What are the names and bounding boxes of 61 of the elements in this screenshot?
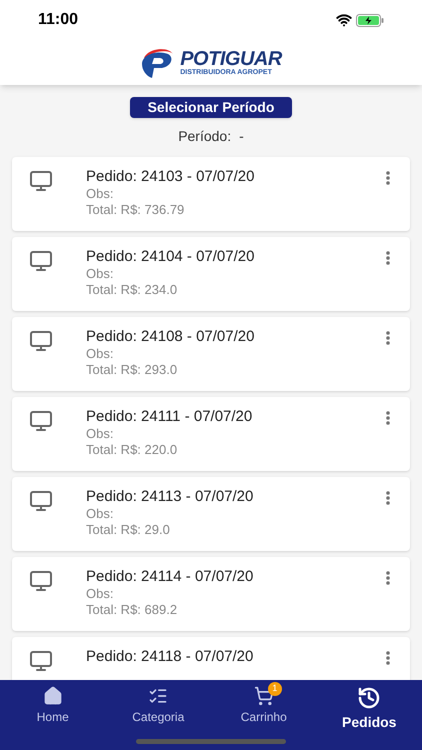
wifi-icon (336, 12, 352, 28)
tab-item[interactable]: Categoria (106, 680, 211, 750)
tab-item[interactable]: Pedidos (316, 680, 422, 750)
order-title: Pedido: 24114 - 07/07/20 (86, 567, 254, 586)
more-options-button[interactable] (386, 411, 390, 425)
more-options-button[interactable] (386, 251, 390, 265)
more-options-button[interactable] (386, 651, 390, 665)
more-icon (386, 571, 390, 585)
monitor-icon (29, 329, 53, 353)
battery-icon (356, 14, 384, 26)
cart-count-badge: 1 (268, 682, 282, 696)
order-card[interactable]: Pedido: 24108 - 07/07/20 Obs: Total: R$: 293.0 (12, 317, 410, 391)
home-icon (42, 686, 63, 706)
order-obs: Obs: (86, 346, 114, 362)
status-time: 11:00 (38, 10, 78, 30)
more-icon (386, 651, 390, 665)
more-icon (386, 171, 390, 185)
order-obs: Obs: (86, 586, 114, 602)
order-title: Pedido: 24118 - 07/07/20 (86, 647, 254, 666)
order-title: Pedido: 24113 - 07/07/20 (86, 487, 254, 506)
order-card[interactable]: Pedido: 24111 - 07/07/20 Obs: Total: R$: 220.0 (12, 397, 410, 471)
monitor-icon (29, 409, 53, 433)
monitor-icon (29, 569, 53, 593)
order-card[interactable]: Pedido: 24114 - 07/07/20 Obs: Total: R$: 689.2 (12, 557, 410, 631)
order-title: Pedido: 24103 - 07/07/20 (86, 167, 256, 186)
history-icon (357, 686, 382, 710)
order-obs: Obs: (86, 266, 114, 282)
more-options-button[interactable] (386, 171, 390, 185)
order-obs: Obs: (86, 186, 114, 202)
order-obs: Obs: (86, 506, 114, 522)
order-card[interactable]: Pedido: 24104 - 07/07/20 Obs: Total: R$: 234.0 (12, 237, 410, 311)
order-total: Total: R$: 29.0 (86, 522, 171, 538)
period-value: - (239, 127, 244, 146)
order-total: Total: R$: 220.0 (86, 442, 178, 458)
order-card[interactable]: Pedido: 24113 - 07/07/20 Obs: Total: R$: 29.0 (12, 477, 410, 551)
order-total: Total: R$: 234.0 (86, 282, 178, 298)
tab-item[interactable]: Home (0, 680, 106, 750)
monitor-icon (29, 649, 53, 673)
order-total: Total: R$: 293.0 (86, 362, 178, 378)
period-label: Período: (178, 127, 232, 146)
order-title: Pedido: 24111 - 07/07/20 (86, 407, 254, 426)
order-obs: Obs: (86, 426, 114, 442)
more-icon (386, 411, 390, 425)
monitor-icon (29, 249, 53, 273)
order-card[interactable]: Pedido: 24118 - 07/07/20 (12, 637, 410, 680)
brand-name: POTIGUAR (180, 49, 282, 69)
order-title: Pedido: 24104 - 07/07/20 (86, 247, 256, 266)
order-total: Total: R$: 736.79 (86, 202, 186, 218)
order-total: Total: R$: 689.2 (86, 602, 178, 618)
monitor-icon (29, 169, 53, 193)
more-icon (386, 491, 390, 505)
order-title: Pedido: 24108 - 07/07/20 (86, 327, 256, 346)
more-options-button[interactable] (386, 571, 390, 585)
select-period-button[interactable]: Selecionar Período (130, 97, 292, 118)
more-options-button[interactable] (386, 331, 390, 345)
cart-icon (254, 686, 274, 706)
more-options-button[interactable] (386, 491, 390, 505)
more-icon (386, 251, 390, 265)
more-icon (386, 331, 390, 345)
monitor-icon (29, 489, 53, 513)
order-card[interactable]: Pedido: 24103 - 07/07/20 Obs: Total: R$: 736.79 (12, 157, 410, 231)
